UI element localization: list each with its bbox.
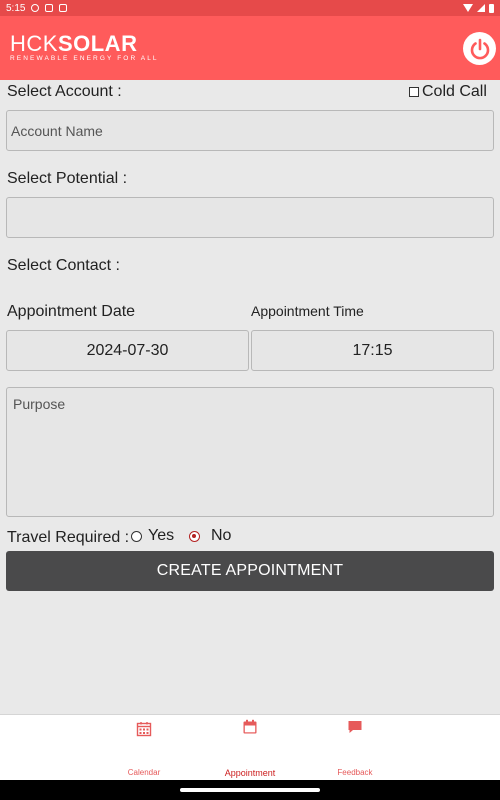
account-name-field[interactable]: Account Name — [6, 110, 494, 151]
radio-no-icon[interactable] — [189, 530, 200, 542]
sd-card-icon — [45, 4, 54, 12]
appointment-date-label: Appointment Date — [7, 303, 136, 320]
signal-icon — [477, 4, 485, 12]
potential-field[interactable] — [6, 197, 494, 238]
calendar-grid-icon — [136, 722, 152, 737]
app-logo: HCKSOLAR RENEWABLE ENERGY FOR ALL — [10, 31, 159, 63]
notification-icon — [59, 4, 68, 12]
appointment-time-label: Appointment Time — [251, 303, 364, 319]
appointment-date-value: 2024-07-30 — [86, 341, 169, 359]
travel-yes-radio[interactable]: Yes — [131, 527, 174, 545]
nav-item-appointment[interactable]: Appointment — [195, 715, 305, 781]
calendar-icon — [243, 719, 257, 734]
travel-no-radio[interactable]: No — [189, 527, 231, 545]
purpose-placeholder: Purpose — [13, 396, 66, 412]
power-icon — [470, 38, 489, 59]
travel-yes-label: Yes — [148, 527, 175, 544]
select-potential-label: Select Potential : — [7, 170, 128, 187]
select-contact-label: Select Contact : — [7, 257, 120, 274]
travel-no-label: No — [211, 527, 232, 544]
appointment-time-field[interactable]: 17:15 — [251, 330, 494, 371]
status-bar: 5:15 — [0, 0, 500, 16]
system-navigation-bar — [0, 780, 500, 800]
nav-item-feedback[interactable]: Feedback — [300, 715, 410, 781]
nav-label-appointment: Appointment — [224, 768, 276, 778]
logo-main-thin: HCK — [10, 31, 58, 56]
bottom-nav: Calendar Appointment Feedback — [0, 714, 500, 781]
purpose-textarea[interactable]: Purpose — [6, 387, 494, 517]
chat-bubble-icon — [348, 721, 362, 733]
select-account-label: Select Account : — [7, 83, 122, 100]
create-appointment-button[interactable]: CREATE APPOINTMENT — [6, 551, 494, 591]
logo-main-bold: SOLAR — [57, 31, 138, 56]
logo-tagline: RENEWABLE ENERGY FOR ALL — [10, 55, 159, 62]
cold-call-label: Cold Call — [422, 83, 487, 100]
app-bar: HCKSOLAR RENEWABLE ENERGY FOR ALL — [0, 16, 500, 80]
radio-yes-icon[interactable] — [131, 530, 142, 542]
appointment-time-value: 17:15 — [352, 341, 393, 359]
nav-label-calendar: Calendar — [127, 768, 161, 777]
appointment-date-field[interactable]: 2024-07-30 — [6, 330, 249, 371]
do-not-disturb-icon — [31, 4, 40, 12]
checkbox-box[interactable] — [409, 87, 419, 97]
cold-call-checkbox[interactable]: Cold Call — [409, 83, 487, 101]
battery-icon — [489, 3, 494, 13]
wifi-icon — [463, 4, 473, 12]
status-time: 5:15 — [6, 2, 26, 14]
travel-required-label: Travel Required : — [7, 529, 130, 546]
nav-item-calendar[interactable]: Calendar — [89, 715, 199, 781]
nav-label-feedback: Feedback — [337, 768, 373, 777]
logout-button[interactable] — [463, 32, 496, 65]
account-name-placeholder: Account Name — [11, 123, 103, 139]
home-gesture-handle[interactable] — [180, 788, 320, 792]
